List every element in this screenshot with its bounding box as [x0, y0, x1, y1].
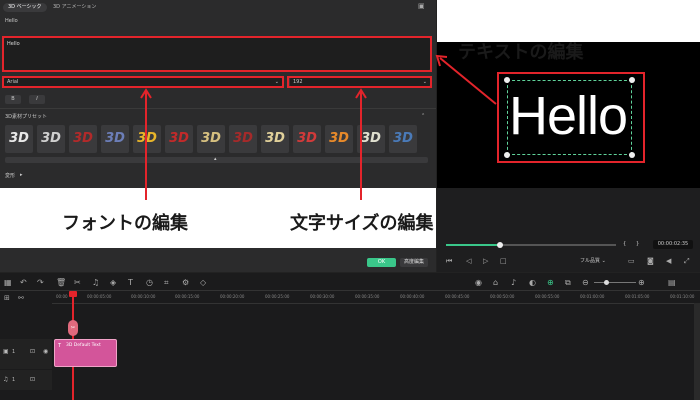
arrow-text — [439, 57, 497, 105]
text-clip[interactable]: T 3D Default Text — [54, 339, 117, 367]
zoom-slider[interactable] — [594, 282, 636, 283]
audio-icon[interactable]: ♫ — [92, 278, 99, 287]
ruler-label: 00:01:00:00 — [580, 294, 605, 299]
ruler-divider — [52, 303, 700, 304]
adjust-icon[interactable]: ⚙ — [182, 278, 189, 287]
zoom-in-icon[interactable]: ⊕ — [638, 278, 645, 287]
video-track-icon: ▣ — [3, 348, 9, 355]
music-icon: ♫ — [3, 376, 9, 383]
ruler-label: 00:01:10:00 — [670, 294, 695, 299]
add-track-icon[interactable]: ⊞ — [4, 294, 10, 302]
crop-icon[interactable]: ⌗ — [164, 278, 169, 288]
delete-icon[interactable]: 🗑 — [56, 278, 66, 287]
ruler-label: 00:00:55:00 — [535, 294, 560, 299]
lock-icon[interactable]: ⊡ — [30, 376, 35, 383]
redo-icon[interactable]: ↷ — [37, 278, 44, 287]
ruler-label: 00:00:25:00 — [265, 294, 290, 299]
playhead-marker[interactable] — [69, 291, 77, 297]
ruler-label: 00:00:40:00 — [400, 294, 425, 299]
divider — [0, 290, 700, 291]
split-icon[interactable]: ⧉ — [565, 278, 571, 288]
zoom-handle[interactable] — [604, 280, 609, 285]
eye-icon[interactable]: ◉ — [43, 348, 48, 355]
ruler-label: 00:00:30:00 — [310, 294, 335, 299]
text-clip-label: 3D Default Text — [66, 343, 101, 348]
undo-icon[interactable]: ↶ — [20, 278, 27, 287]
ruler-label: 00:00:05:00 — [87, 294, 112, 299]
text-clip-icon: T — [58, 343, 62, 349]
ruler-label: 00:00 — [56, 294, 68, 299]
layout-icon[interactable]: ▤ — [668, 278, 676, 287]
render-icon[interactable]: ◉ — [475, 278, 482, 287]
ruler-label: 00:00:15:00 — [175, 294, 200, 299]
audio-track-header: ♫ 1 ⊡ — [0, 370, 52, 390]
ruler-label: 00:00:20:00 — [220, 294, 245, 299]
video-track-header: ▣ 1 ⊡ ◉ — [0, 339, 52, 369]
grid-icon[interactable]: ▦ — [4, 278, 12, 287]
snap-icon[interactable]: ⊕ — [547, 278, 554, 287]
tag-icon[interactable]: ◈ — [110, 278, 116, 287]
audio-track-number: 1 — [12, 377, 16, 383]
link-icon[interactable]: ⚯ — [18, 294, 24, 302]
ruler-label: 00:01:05:00 — [625, 294, 650, 299]
video-track-number: 1 — [12, 349, 16, 355]
ruler-label: 00:00:45:00 — [445, 294, 470, 299]
keyframe-icon[interactable]: ◇ — [200, 278, 206, 287]
timeline-panel: ▦ ↶ ↷ 🗑 ✂ ♫ ◈ T ◷ ⌗ ⚙ ◇ ◉ ⌂ ♪ ◐ ⊕ ⧉ ⊖ ⊕ … — [0, 273, 700, 400]
playhead-knob[interactable]: ✂ — [68, 320, 78, 336]
mic-icon[interactable]: ♪ — [511, 278, 516, 287]
text-tool-icon[interactable]: T — [128, 278, 133, 287]
marker-icon[interactable]: ⌂ — [493, 278, 498, 287]
lock-icon[interactable]: ⊡ — [30, 348, 35, 355]
cut-icon[interactable]: ✂ — [74, 278, 81, 287]
ruler-label: 00:00:35:00 — [355, 294, 380, 299]
ruler-label: 00:00:10:00 — [131, 294, 156, 299]
zoom-out-icon[interactable]: ⊖ — [582, 278, 589, 287]
timer-icon[interactable]: ◷ — [146, 278, 153, 287]
ruler-label: 00:00:50:00 — [490, 294, 515, 299]
arrow-head — [435, 54, 448, 67]
vertical-scrollbar[interactable] — [694, 303, 700, 400]
mask-icon[interactable]: ◐ — [529, 278, 536, 287]
